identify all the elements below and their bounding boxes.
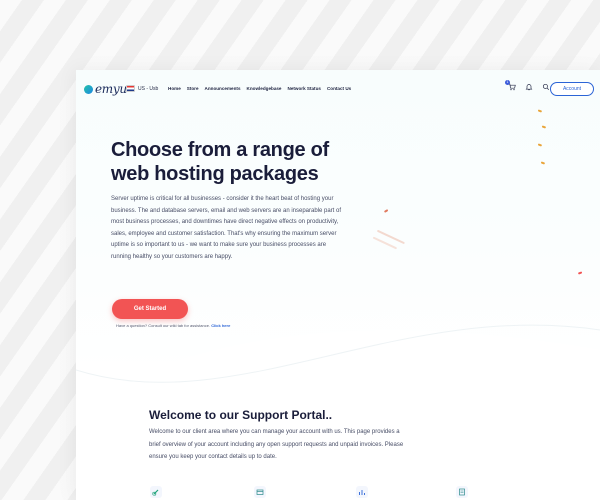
menu-item-home[interactable]: Home bbox=[168, 86, 181, 91]
main-menu: Home Store Announcements Knowledgebase N… bbox=[168, 86, 351, 91]
help-note-text: Have a question? Consult our wiki tab fo… bbox=[116, 323, 211, 328]
click-here-link[interactable]: Click here bbox=[211, 323, 230, 328]
logo-text: emyu bbox=[95, 82, 127, 96]
menu-item-store[interactable]: Store bbox=[187, 86, 199, 91]
menu-item-knowledgebase[interactable]: Knowledgebase bbox=[247, 86, 282, 91]
cart-count-badge: 1 bbox=[505, 80, 510, 85]
decor-particle bbox=[540, 161, 546, 165]
menu-item-contact-us[interactable]: Contact Us bbox=[327, 86, 351, 91]
feature-icon-row bbox=[76, 482, 600, 500]
cart-icon[interactable]: 1 bbox=[505, 80, 516, 91]
decor-particle bbox=[383, 209, 389, 213]
decor-particle bbox=[577, 271, 583, 275]
nav-icon-group: 1 bbox=[505, 80, 550, 91]
decor-particle bbox=[537, 109, 543, 113]
link-icon[interactable] bbox=[150, 486, 162, 498]
support-portal-heading: Welcome to our Support Portal.. bbox=[149, 408, 333, 422]
search-icon[interactable] bbox=[542, 83, 550, 91]
support-portal-description: Welcome to our client area where you can… bbox=[149, 429, 404, 460]
browser-page: emyu US - Usb Home Store Announcements K… bbox=[76, 70, 600, 500]
chart-icon[interactable] bbox=[356, 486, 368, 498]
brand-logo[interactable]: emyu bbox=[84, 82, 127, 96]
bell-icon[interactable] bbox=[525, 83, 533, 91]
account-button[interactable]: Account bbox=[550, 82, 594, 96]
menu-item-network-status[interactable]: Network Status bbox=[288, 86, 321, 91]
get-started-button[interactable]: Get Started bbox=[112, 299, 188, 319]
hero-description: Server uptime is critical for all busine… bbox=[111, 196, 342, 260]
locale-label: US - Usb bbox=[138, 85, 159, 92]
decor-particle bbox=[541, 125, 547, 129]
hero-title: Choose from a range of web hosting packa… bbox=[111, 139, 329, 185]
document-icon[interactable] bbox=[456, 486, 468, 498]
logo-mark-icon bbox=[84, 84, 93, 94]
decor-particle bbox=[537, 143, 543, 147]
us-flag-icon bbox=[126, 85, 135, 92]
help-note: Have a question? Consult our wiki tab fo… bbox=[116, 323, 230, 328]
box-icon[interactable] bbox=[254, 486, 266, 498]
menu-item-announcements[interactable]: Announcements bbox=[205, 86, 241, 91]
top-navigation: emyu US - Usb Home Store Announcements K… bbox=[76, 70, 600, 110]
locale-selector[interactable]: US - Usb bbox=[126, 85, 158, 92]
